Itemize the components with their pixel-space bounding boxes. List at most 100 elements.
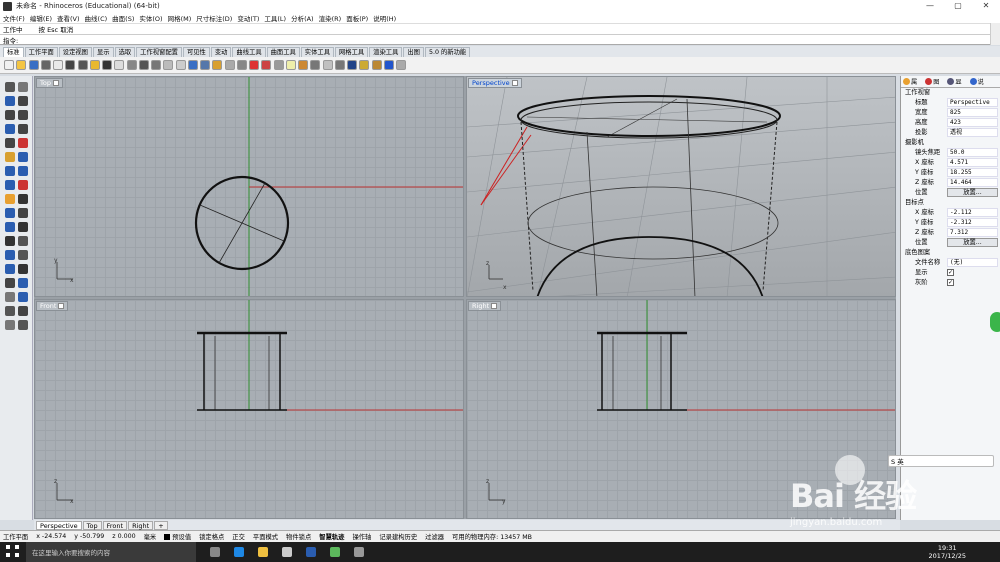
save-icon[interactable] [28,60,39,70]
zoom-extents-icon[interactable] [163,60,174,70]
trim-icon[interactable] [5,222,15,232]
status-toggle[interactable]: 智慧轨迹 [319,532,344,541]
freeform-icon[interactable] [18,138,28,148]
viewport-tab[interactable]: Right [128,520,154,530]
render-tool-icon[interactable] [5,306,15,316]
group-icon[interactable] [5,292,15,302]
viewport-label-front[interactable]: Front [36,301,69,311]
circle-icon[interactable] [5,110,15,120]
wireframe-icon[interactable] [249,60,259,70]
viewport-label-perspective[interactable]: Perspective [468,78,522,88]
status-toggle[interactable]: 物件锁点 [286,532,311,541]
menu-item[interactable]: 编辑(E) [30,13,52,23]
join-icon[interactable] [18,208,28,218]
zoom-icon[interactable] [138,60,149,70]
prop-tgt-y-field[interactable]: -2.312 [947,218,998,227]
status-toggle[interactable]: 操作轴 [352,532,371,541]
toolbar-tab[interactable]: 出图 [403,47,424,57]
prop-title-field[interactable]: Perspective [947,98,998,107]
status-layer[interactable]: 预设值 [164,532,191,541]
render-icon[interactable] [298,60,308,70]
box-icon[interactable] [5,166,15,176]
menu-item[interactable]: 工具(L) [264,13,286,23]
menu-item[interactable]: 网格(M) [168,13,192,23]
status-toggle[interactable]: 正交 [232,532,245,541]
green-app-icon[interactable] [330,547,340,557]
toolbar-tab[interactable]: 渲染工具 [369,47,403,57]
prop-tgt-x-field[interactable]: -2.112 [947,208,998,217]
open-icon[interactable] [16,60,27,70]
light-icon[interactable] [273,60,284,70]
rotate-view-icon[interactable] [126,60,137,70]
extrude-icon[interactable] [18,152,28,162]
options-icon[interactable] [371,60,382,70]
curve-icon[interactable] [18,96,28,106]
command-input[interactable] [18,35,719,44]
menu-item[interactable]: 曲线(C) [85,13,108,23]
tab-properties[interactable]: 属 [903,77,917,86]
undo-icon[interactable] [102,60,112,70]
status-toggle[interactable]: 过滤器 [425,532,444,541]
move-icon[interactable] [5,236,15,246]
toolbar-tab[interactable]: 可见性 [182,47,210,57]
toolbar-tab[interactable]: 曲线工具 [232,47,266,57]
viewport-label-top[interactable]: Top [36,78,63,88]
minimize-button[interactable]: — [916,0,944,12]
task-view-icon[interactable] [210,547,220,557]
polyline-icon[interactable] [5,96,15,106]
menu-item[interactable]: 查看(V) [57,13,80,23]
toolbar-tab[interactable]: 设定视图 [58,47,92,57]
toolbar-tab[interactable]: 曲面工具 [266,47,300,57]
viewport-label-right[interactable]: Right [468,301,502,311]
viewport-front[interactable]: z x Front [34,299,464,519]
cplane-icon[interactable] [236,60,247,70]
viewport-tab[interactable]: Top [82,520,102,530]
rectangle-icon[interactable] [18,124,28,134]
point-icon[interactable] [18,82,28,92]
zoom-window-icon[interactable] [151,60,161,70]
viewport-tab[interactable]: Front [102,520,128,530]
cut-icon[interactable] [65,60,76,70]
menu-item[interactable]: 文件(F) [3,13,25,23]
place-camera-button[interactable]: 放置... [947,188,998,197]
viewport-layout-icon[interactable] [200,60,210,70]
help-icon[interactable] [383,60,394,70]
viewport-right[interactable]: z y Right [466,299,896,519]
prop-cam-y-field[interactable]: 18.255 [947,168,998,177]
status-toggle[interactable]: 记录建构历史 [379,532,417,541]
tab-help[interactable]: 说 [969,77,984,86]
rotate-icon[interactable] [18,236,28,246]
lock-icon[interactable] [285,60,296,70]
cplane-tool-icon[interactable] [5,320,15,330]
explode-icon[interactable] [5,208,15,218]
edge-icon[interactable] [234,547,244,557]
add-viewport-tab[interactable]: + [154,520,168,530]
new-icon[interactable] [4,60,14,70]
rhino-taskbar-icon[interactable] [354,547,364,557]
status-toggle[interactable]: 平面模式 [253,532,278,541]
boolean-icon[interactable] [5,194,15,204]
status-cplane[interactable]: 工作平面 [3,532,28,541]
mirror-icon[interactable] [18,250,28,260]
store-icon[interactable] [282,547,292,557]
cylinder-icon[interactable] [18,166,28,176]
shaded-icon[interactable] [261,60,272,70]
fillet-icon[interactable] [18,194,28,204]
ime-toolbar[interactable]: S 英 [888,455,994,467]
arc-icon[interactable] [18,110,28,120]
layer-tool-icon[interactable] [18,292,28,302]
tab-display[interactable]: 显 [947,77,962,86]
toolbar-tab[interactable]: 显示 [92,47,114,57]
menu-item[interactable]: 变动(T) [237,13,259,23]
import-icon[interactable] [53,60,63,70]
texture-icon[interactable] [359,60,370,70]
taskbar-search[interactable]: 在这里输入你要搜索的内容 [26,542,196,562]
menu-item[interactable]: 说明(H) [373,13,396,23]
viewport-perspective[interactable]: z x Perspective [466,76,896,297]
print-icon[interactable] [40,60,51,70]
material-icon[interactable] [310,60,321,70]
toolbar-tab[interactable]: 选取 [114,47,136,57]
taskbar-clock[interactable]: 19:31 2017/12/25 [929,544,966,560]
photoshop-icon[interactable] [306,547,316,557]
sphere-tool-icon[interactable] [5,180,15,190]
